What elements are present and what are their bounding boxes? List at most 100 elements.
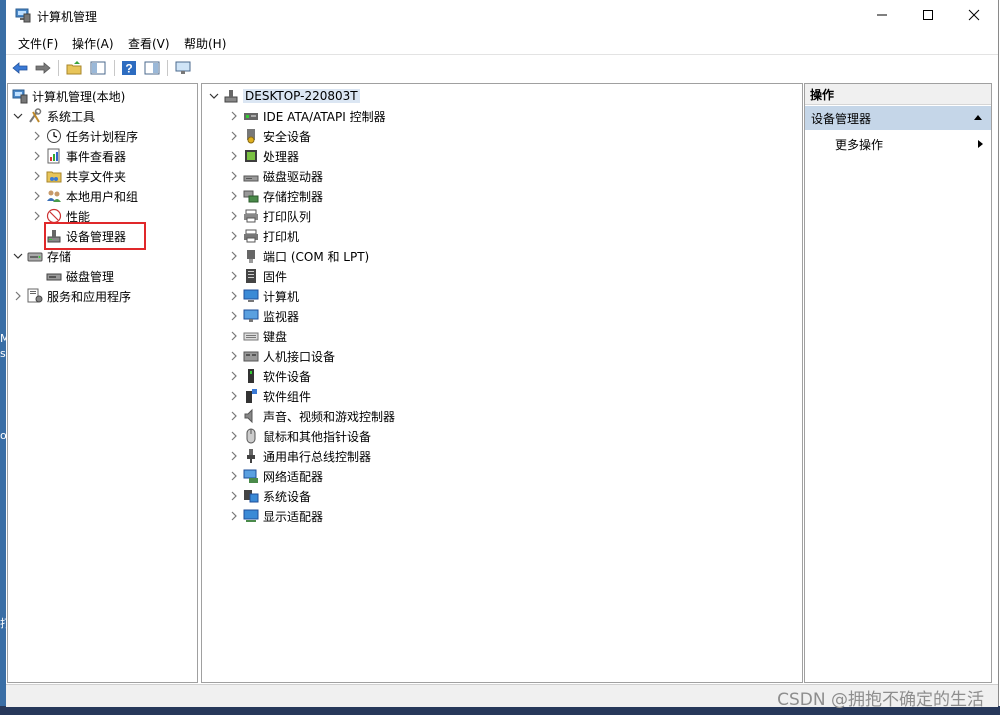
computer-icon	[223, 88, 239, 104]
monitor-button[interactable]	[174, 59, 192, 77]
device-category-row[interactable]: 网络适配器	[228, 466, 323, 486]
tree-item-services[interactable]: 服务和应用程序	[12, 286, 131, 306]
chevron-right-icon[interactable]	[228, 190, 240, 202]
device-category-row[interactable]: 打印机	[228, 226, 299, 246]
system-device-icon	[243, 488, 259, 504]
menu-bar: 文件(F) 操作(A) 查看(V) 帮助(H)	[6, 32, 998, 52]
device-category-label: 系统设备	[263, 489, 312, 504]
collapse-triangle-icon[interactable]	[973, 113, 983, 123]
device-category-row[interactable]: 声音、视频和游戏控制器	[228, 406, 395, 426]
minimize-icon	[877, 14, 887, 16]
device-category-row[interactable]: 系统设备	[228, 486, 311, 506]
chevron-right-icon[interactable]	[228, 490, 240, 502]
device-category-row[interactable]: 端口 (COM 和 LPT)	[228, 246, 369, 266]
chevron-right-icon[interactable]	[228, 450, 240, 462]
device-category-row[interactable]: 固件	[228, 266, 287, 286]
back-button[interactable]	[11, 59, 29, 77]
chevron-right-icon[interactable]	[228, 110, 240, 122]
device-category-row[interactable]: 显示适配器	[228, 506, 323, 526]
device-category-row[interactable]: IDE ATA/ATAPI 控制器	[228, 106, 386, 126]
action-pane-button[interactable]	[143, 59, 161, 77]
device-category-row[interactable]: 处理器	[228, 146, 299, 166]
device-category-row[interactable]: 软件组件	[228, 386, 311, 406]
chevron-right-icon[interactable]	[228, 170, 240, 182]
device-category-row[interactable]: 鼠标和其他指针设备	[228, 426, 371, 446]
device-category-row[interactable]: 安全设备	[228, 126, 311, 146]
chevron-right-icon[interactable]	[228, 210, 240, 222]
chevron-right-icon[interactable]	[228, 510, 240, 522]
device-category-row[interactable]: 计算机	[228, 286, 299, 306]
tree-item-event-viewer[interactable]: 事件查看器	[31, 146, 126, 166]
tree-item-local-users[interactable]: 本地用户和组	[31, 186, 138, 206]
help-button[interactable]: ?	[120, 59, 138, 77]
device-category-label: 显示适配器	[263, 509, 324, 524]
csdn-watermark: CSDN @拥抱不确定的生活	[777, 690, 984, 710]
menu-action[interactable]: 操作(A)	[72, 35, 114, 52]
chevron-right-icon[interactable]	[228, 290, 240, 302]
chevron-right-icon[interactable]	[228, 410, 240, 422]
device-category-row[interactable]: 打印队列	[228, 206, 311, 226]
chevron-right-icon[interactable]	[228, 330, 240, 342]
chevron-down-icon[interactable]	[208, 90, 220, 102]
toolbar-separator	[58, 60, 59, 76]
processor-icon	[243, 148, 259, 164]
device-tree-root[interactable]: DESKTOP-220803T	[208, 86, 360, 106]
menu-view[interactable]: 查看(V)	[128, 35, 170, 52]
software-component-icon	[243, 388, 259, 404]
menu-file[interactable]: 文件(F)	[18, 35, 58, 52]
maximize-button[interactable]	[905, 0, 951, 30]
actions-header: 操作	[805, 84, 991, 105]
device-category-row[interactable]: 监视器	[228, 306, 299, 326]
title-bar[interactable]: 计算机管理	[6, 0, 998, 30]
actions-device-manager-section[interactable]: 设备管理器	[805, 106, 991, 130]
chevron-right-icon[interactable]	[31, 210, 43, 222]
device-category-row[interactable]: 通用串行总线控制器	[228, 446, 371, 466]
device-category-row[interactable]: 磁盘驱动器	[228, 166, 323, 186]
chevron-right-icon[interactable]	[228, 470, 240, 482]
tree-item-storage[interactable]: 存储	[12, 246, 71, 266]
device-category-label: 安全设备	[263, 129, 312, 144]
chevron-right-icon[interactable]	[228, 250, 240, 262]
chevron-right-icon[interactable]	[228, 310, 240, 322]
chevron-right-icon[interactable]	[228, 130, 240, 142]
up-level-button[interactable]	[65, 59, 83, 77]
chevron-right-icon[interactable]	[12, 290, 24, 302]
tree-item-shared-folders[interactable]: 共享文件夹	[31, 166, 126, 186]
chevron-right-icon[interactable]	[228, 230, 240, 242]
chevron-right-icon[interactable]	[31, 170, 43, 182]
device-category-row[interactable]: 软件设备	[228, 366, 311, 386]
chevron-right-icon[interactable]	[31, 190, 43, 202]
show-hide-tree-button[interactable]	[89, 59, 107, 77]
tree-item-system-tools[interactable]: 系统工具	[12, 106, 95, 126]
chevron-right-icon[interactable]	[228, 350, 240, 362]
actions-more-item[interactable]: 更多操作	[835, 134, 985, 154]
chevron-right-icon[interactable]	[228, 270, 240, 282]
device-category-label: 端口 (COM 和 LPT)	[263, 249, 370, 264]
device-category-label: IDE ATA/ATAPI 控制器	[263, 109, 386, 124]
svg-text:?: ?	[125, 62, 132, 76]
tree-item-task-scheduler[interactable]: 任务计划程序	[31, 126, 138, 146]
tree-item-disk-management[interactable]: 磁盘管理	[46, 266, 114, 286]
menu-help[interactable]: 帮助(H)	[184, 35, 226, 52]
minimize-button[interactable]	[859, 0, 905, 30]
chevron-right-icon[interactable]	[228, 430, 240, 442]
device-category-row[interactable]: 人机接口设备	[228, 346, 335, 366]
close-button[interactable]	[951, 0, 997, 30]
chevron-right-icon[interactable]	[228, 150, 240, 162]
chevron-down-icon[interactable]	[12, 250, 24, 262]
chevron-right-icon[interactable]	[228, 370, 240, 382]
device-category-row[interactable]: 键盘	[228, 326, 287, 346]
toolbar-separator	[114, 60, 115, 76]
chevron-right-icon[interactable]	[31, 130, 43, 142]
maximize-icon	[923, 10, 933, 20]
chevron-right-icon[interactable]	[228, 390, 240, 402]
users-icon	[46, 188, 62, 204]
up-folder-icon	[66, 61, 82, 75]
device-category-row[interactable]: 存储控制器	[228, 186, 323, 206]
more-actions-label: 更多操作	[835, 137, 884, 152]
chevron-right-icon[interactable]	[31, 150, 43, 162]
tree-label: 服务和应用程序	[47, 289, 132, 304]
tree-item-root[interactable]: 计算机管理(本地)	[12, 86, 125, 106]
chevron-down-icon[interactable]	[12, 110, 24, 122]
forward-button[interactable]	[34, 59, 52, 77]
